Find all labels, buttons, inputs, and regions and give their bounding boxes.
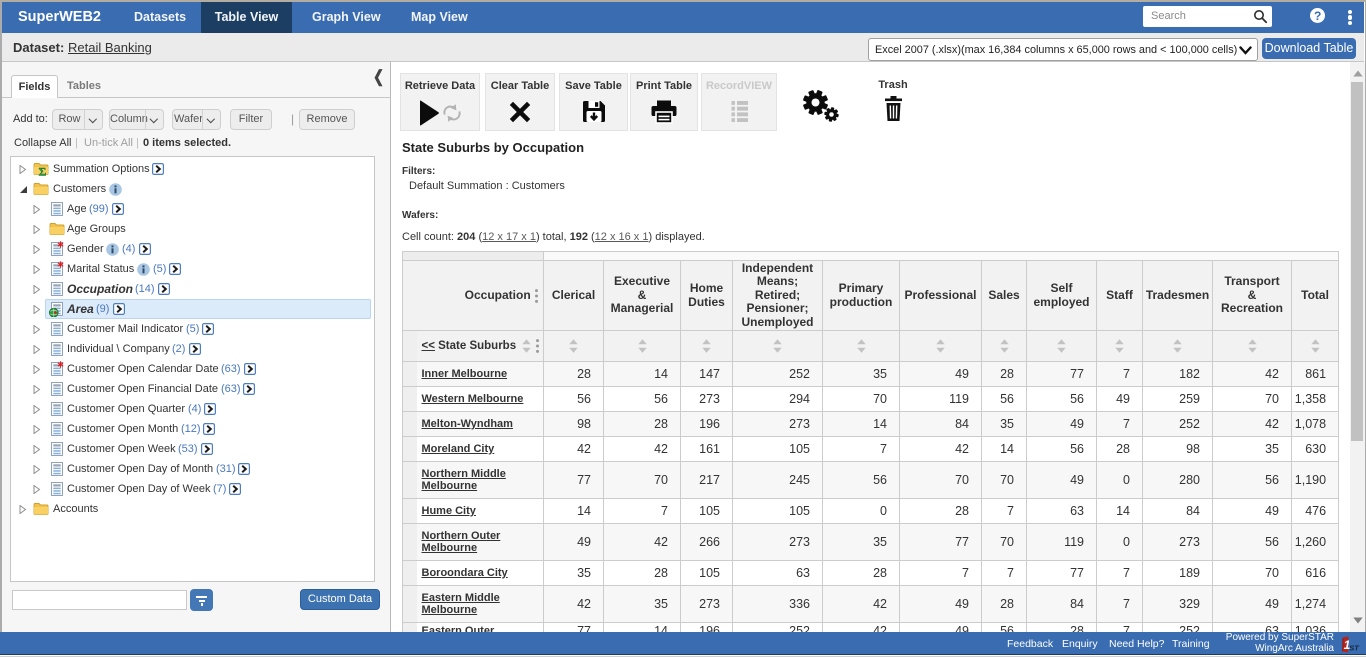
svg-text:Σ: Σ (39, 165, 47, 177)
svg-text:ST: ST (1349, 644, 1360, 653)
